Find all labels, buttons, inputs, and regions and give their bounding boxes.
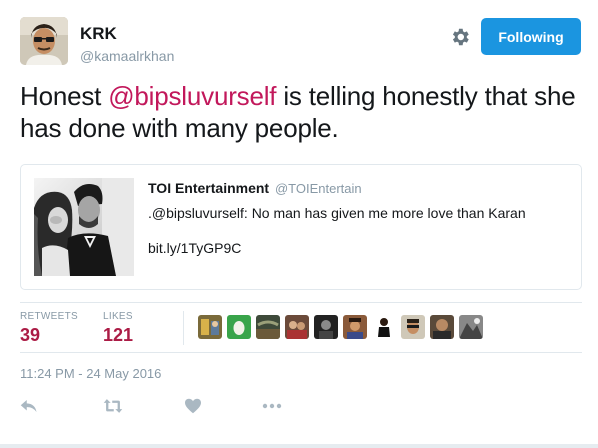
author-name[interactable]: KRK — [80, 24, 117, 44]
more-dots-icon[interactable] — [262, 396, 282, 416]
liker-avatar[interactable] — [343, 315, 367, 339]
tweet-timestamp[interactable]: 11:24 PM - 24 May 2016 — [20, 366, 161, 381]
stats-bottom-divider — [20, 352, 582, 353]
bottom-border — [0, 444, 598, 448]
liker-avatar[interactable] — [401, 315, 425, 339]
quoted-tweet-text: .@bipsluvurself: No man has given me mor… — [148, 205, 526, 221]
retweet-icon[interactable] — [103, 396, 123, 416]
retweets-stat[interactable]: RETWEETS 39 — [20, 311, 78, 346]
liker-avatar[interactable] — [285, 315, 309, 339]
stats-top-divider — [20, 302, 582, 303]
tweet-card: KRK @kamaalrkhan Following Honest @bipsl… — [0, 0, 598, 448]
quoted-tweet-photo[interactable] — [34, 178, 134, 276]
quoted-tweet-author[interactable]: TOI Entertainment @TOIEntertain — [148, 180, 362, 196]
like-heart-icon[interactable] — [184, 396, 202, 416]
stats-separator — [183, 311, 184, 345]
likes-count[interactable]: 121 — [103, 325, 133, 346]
following-button[interactable]: Following — [481, 18, 581, 55]
tweet-mention-link[interactable]: @bipsluvurself — [108, 81, 276, 111]
tweet-text: Honest @bipsluvurself is telling honestl… — [20, 80, 586, 144]
reply-icon[interactable] — [20, 396, 38, 416]
likes-label: LIKES — [103, 311, 133, 322]
liker-avatars — [198, 315, 483, 339]
liker-avatar[interactable] — [256, 315, 280, 339]
liker-avatar[interactable] — [314, 315, 338, 339]
liker-egg-avatar[interactable] — [227, 315, 251, 339]
quoted-author-name[interactable]: TOI Entertainment — [148, 180, 269, 196]
author-handle[interactable]: @kamaalrkhan — [80, 48, 174, 64]
liker-avatar[interactable] — [430, 315, 454, 339]
likes-stat[interactable]: LIKES 121 — [103, 311, 133, 346]
settings-gear-icon[interactable] — [449, 26, 471, 48]
quoted-tweet-card[interactable]: TOI Entertainment @TOIEntertain .@bipslu… — [20, 164, 582, 290]
liker-avatar[interactable] — [459, 315, 483, 339]
tweet-text-before: Honest — [20, 81, 109, 111]
quoted-tweet-link[interactable]: bit.ly/1TyGP9C — [148, 240, 241, 256]
author-avatar[interactable] — [20, 17, 68, 65]
retweets-count[interactable]: 39 — [20, 325, 78, 346]
retweets-label: RETWEETS — [20, 311, 78, 322]
quoted-author-handle[interactable]: @TOIEntertain — [275, 181, 362, 196]
liker-avatar[interactable] — [198, 315, 222, 339]
liker-avatar[interactable] — [372, 315, 396, 339]
